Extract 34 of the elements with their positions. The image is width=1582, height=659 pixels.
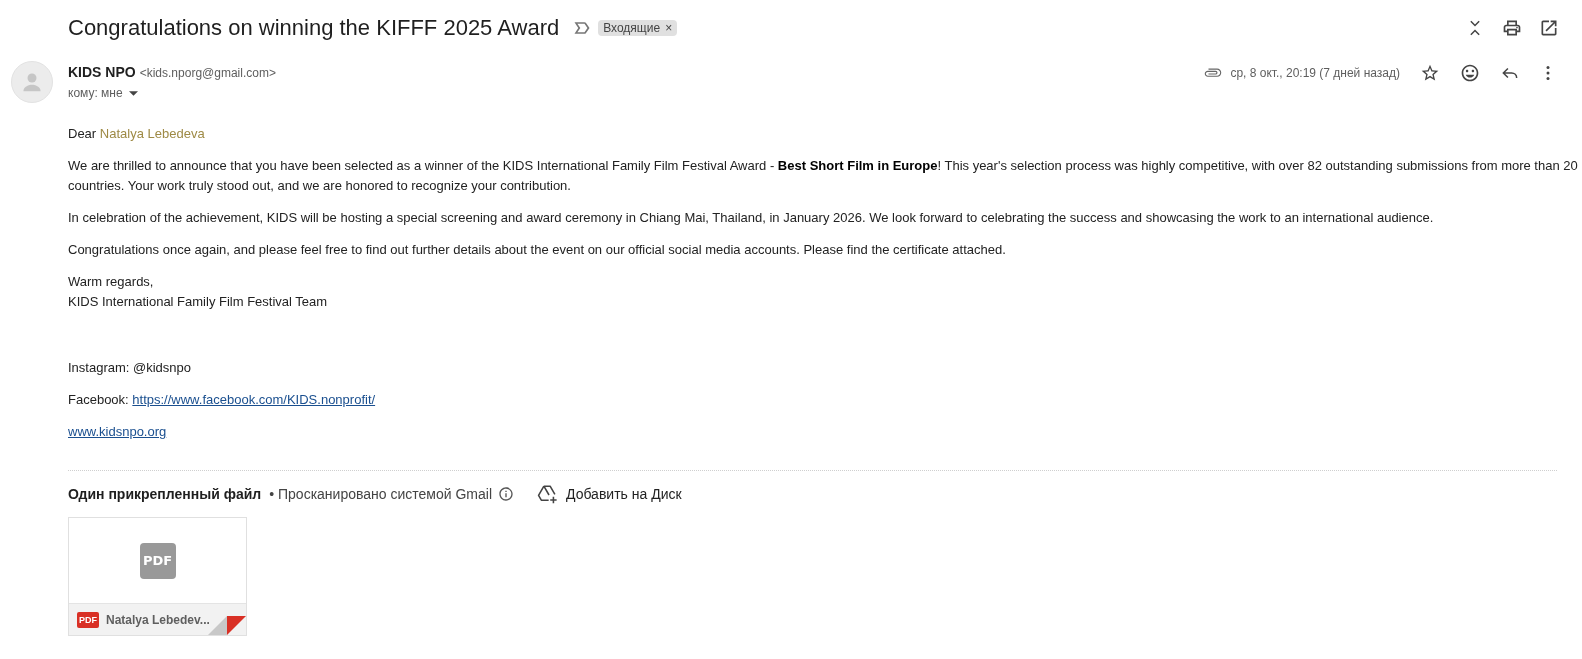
web-link[interactable]: www.kidsnpo.org [68,424,167,439]
label-name: Входящие [603,21,661,35]
label-chip[interactable]: Входящие × [598,20,678,36]
drive-add-icon [536,483,558,505]
contact-label: Facebook: [68,392,129,407]
body-paragraph: In celebration of the achievement, KIDS will be hosting a special screening and award ceremony in Chiang Mai, Thailand, in January 2026. We look forward to celebrating the success and showcasing the work to an international audience. [68,209,1435,227]
email-subject: Congratulations on winning the KIFFF 2025 Award [68,15,560,41]
info-icon[interactable] [498,486,514,502]
dropdown-caret-icon[interactable] [128,90,138,96]
message-date: ср, 8 окт., 20:19 (7 дней назад) [1230,66,1400,80]
folded-corner-icon [208,616,246,635]
open-in-new-window-icon[interactable] [1539,18,1559,38]
attachment-card[interactable]: PDF PDF Natalya Lebedev... [68,517,247,636]
sender-name: KIDS NPO [68,63,136,81]
scan-note: • Просканировано системой Gmail [269,485,492,504]
instagram-handle: Instagram: @kidsnpo [68,360,192,375]
print-icon[interactable] [1502,18,1522,38]
signoff-line: KIDS International Family Film Festival Team [68,294,328,309]
recipient-text: кому: мне [68,85,123,101]
star-icon[interactable] [1420,63,1440,83]
pdf-icon: PDF [77,611,99,628]
greeting-line: Dear Natalya Lebedeva [68,125,206,143]
pdf-icon: PDF [139,542,176,579]
add-to-drive-button[interactable]: Добавить на Диск [536,483,682,505]
attachment-count: Один прикрепленный файл [68,485,262,504]
avatar-icon [11,61,53,103]
body-paragraph: We are thrilled to announce that you have been selected as a winner of the KIDS International Family Film Festival Award - Best Short Film in Europe! This year's selection process was highly competitive, with over 82 outstanding submissions from more than 20 countries. Your work truly stood out, and we are honored to recognize your contribution. [68,157,1579,195]
sender-email: <kids.nporg@gmail.com> [139,65,276,82]
remove-label-button[interactable]: × [665,21,673,35]
web-link[interactable]: https://www.facebook.com/KIDS.nonprofit/ [132,392,376,407]
signoff-line: Warm regards, [68,274,154,289]
body-paragraph: Congratulations once again, and please feel free to find out further details about the event on our official social media accounts. Please find the certificate attached. [68,241,1007,259]
emoji-icon[interactable] [1460,63,1480,83]
file-name: Natalya Lebedev... [106,611,210,629]
